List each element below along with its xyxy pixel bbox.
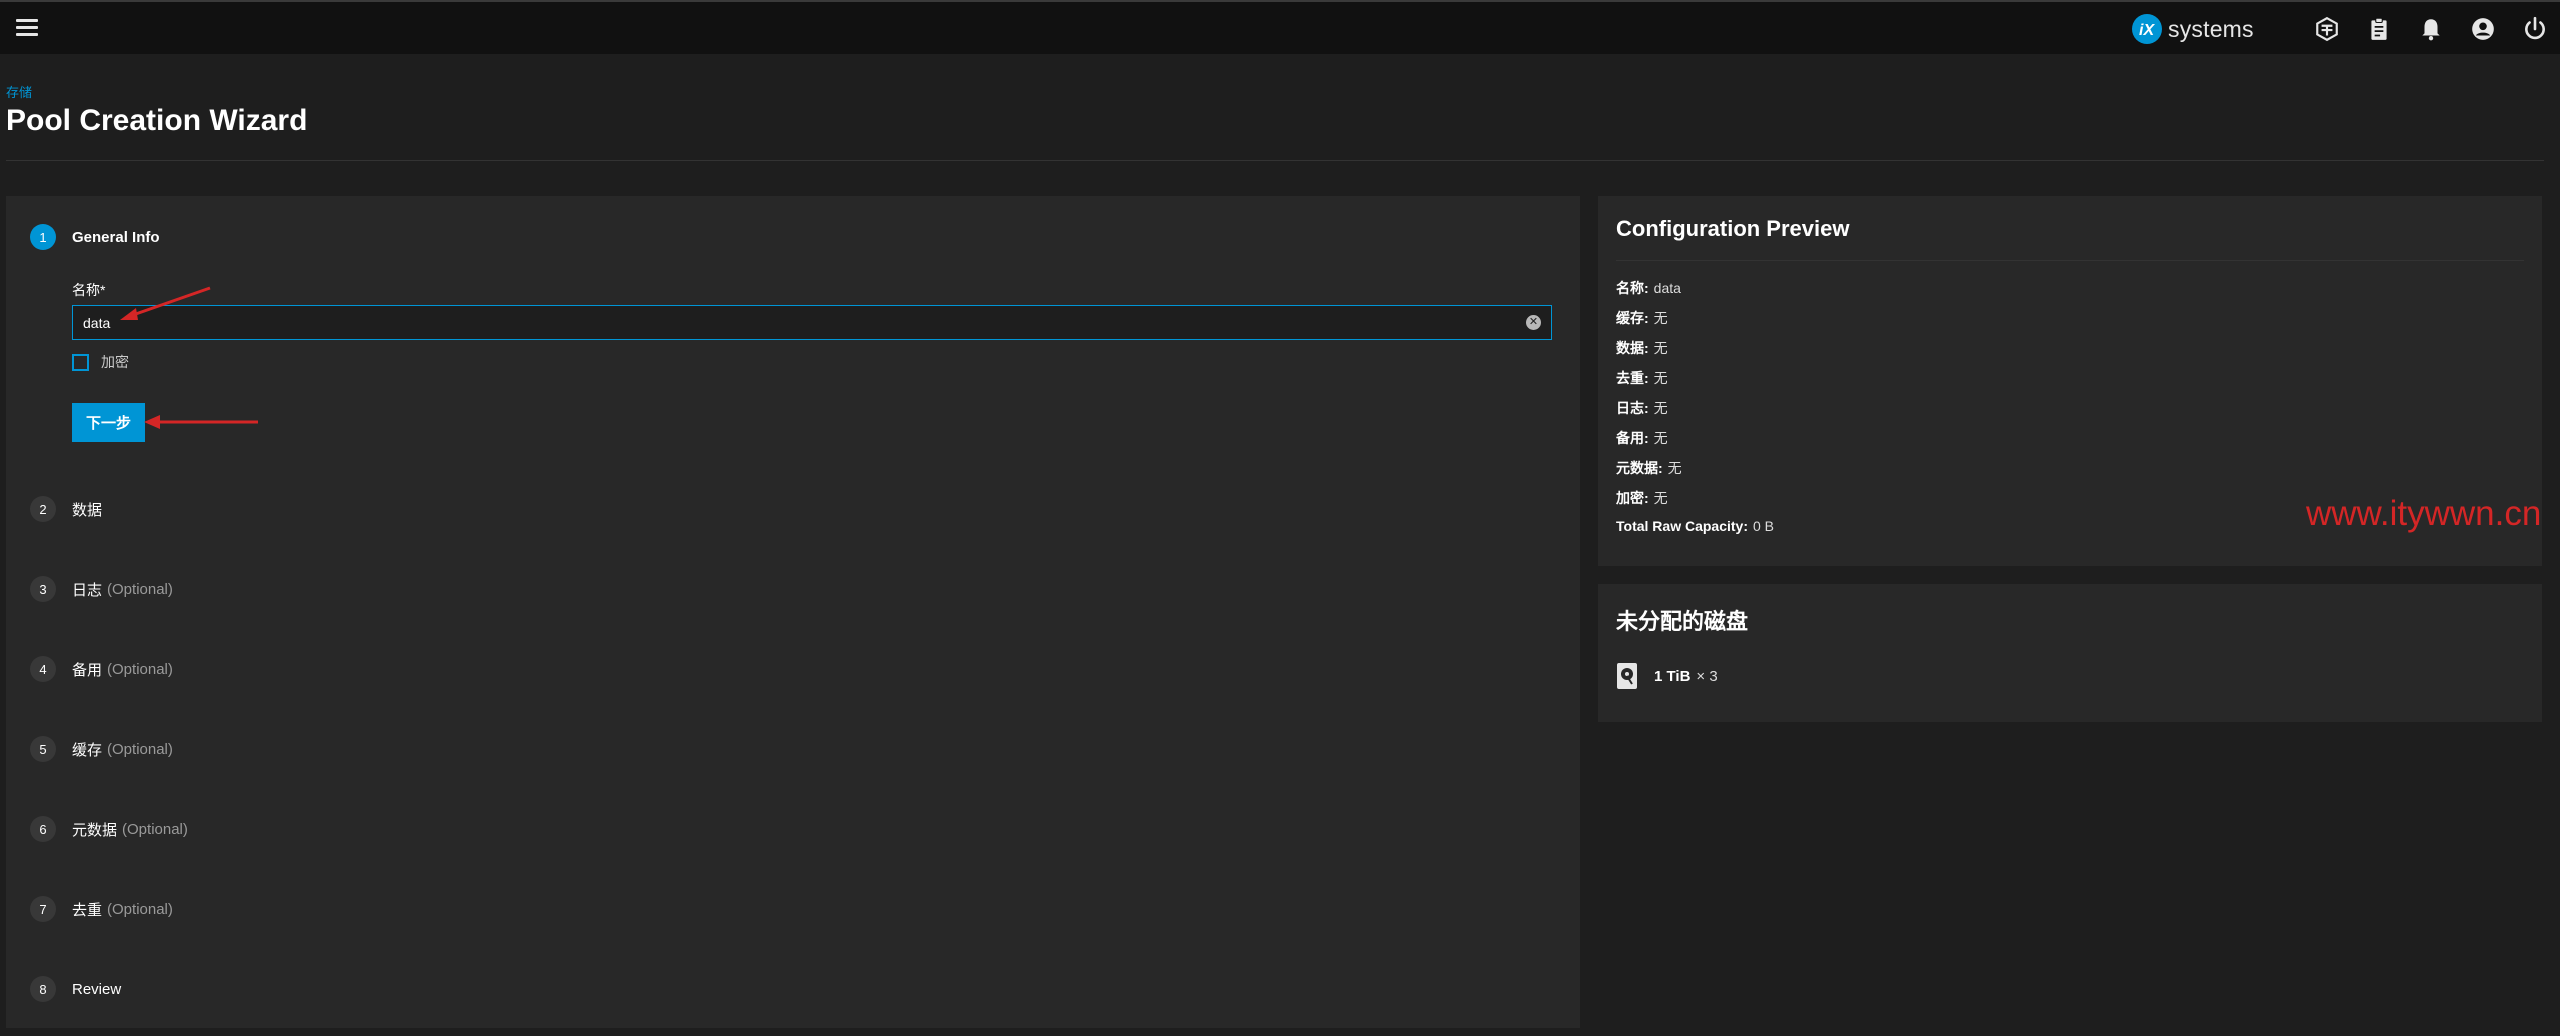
step-number: 6 (30, 816, 56, 842)
clipboard-icon[interactable] (2364, 14, 2394, 44)
page-title: Pool Creation Wizard (6, 104, 308, 137)
unassigned-disks-panel: 未分配的磁盘 1 TiB × 3 (1598, 584, 2542, 722)
step-optional: (Optional) (107, 900, 173, 918)
preview-row-capacity: Total Raw Capacity: 0 B (1616, 518, 1775, 534)
step-number: 7 (30, 896, 56, 922)
preview-row-metadata: 元数据: 无 (1616, 460, 1682, 476)
next-button[interactable]: 下一步 (72, 403, 145, 442)
bell-icon[interactable] (2416, 14, 2446, 44)
step-label: 备用 (72, 661, 103, 679)
step-label: 日志 (72, 581, 103, 599)
preview-row-log: 日志: 无 (1616, 400, 1668, 416)
header-divider (6, 160, 2544, 161)
preview-divider (1616, 260, 2524, 261)
power-icon[interactable] (2520, 14, 2550, 44)
step-label: 去重 (72, 901, 103, 919)
hard-disk-icon (1617, 663, 1637, 689)
step-label: General Info (72, 228, 160, 246)
step-spare[interactable]: 4 备用 (Optional) (30, 656, 173, 682)
step-label: Review (72, 980, 122, 998)
disk-group: 1 TiB × 3 (1616, 662, 1718, 690)
step-optional: (Optional) (107, 660, 173, 678)
name-field-label: 名称* (72, 282, 106, 298)
encryption-checkbox[interactable] (72, 353, 89, 371)
preview-row-encryption: 加密: 无 (1616, 490, 1668, 506)
svg-text:iX: iX (2139, 22, 2155, 39)
step-number: 2 (30, 496, 56, 522)
encryption-label: 加密 (101, 354, 129, 370)
preview-title: Configuration Preview (1616, 216, 1850, 241)
step-general-info[interactable]: 1 General Info (30, 224, 160, 250)
disk-size: 1 TiB (1654, 667, 1691, 685)
clear-icon[interactable]: ✕ (1526, 315, 1541, 330)
account-icon[interactable] (2468, 14, 2498, 44)
name-input[interactable] (73, 306, 1551, 339)
top-toolbar: iX systems (0, 0, 2560, 54)
step-number: 4 (30, 656, 56, 682)
watermark: www.itywwn.cn (2306, 494, 2542, 533)
menu-icon[interactable] (14, 16, 40, 42)
preview-row-spare: 备用: 无 (1616, 430, 1668, 446)
preview-row-data: 数据: 无 (1616, 340, 1668, 356)
breadcrumb-storage[interactable]: 存储 (6, 82, 32, 101)
step-number: 1 (30, 224, 56, 250)
logo-text: systems (2168, 15, 2254, 42)
step-cache[interactable]: 5 缓存 (Optional) (30, 736, 173, 762)
annotation-arrow-icon (120, 286, 211, 320)
step-number: 5 (30, 736, 56, 762)
preview-row-name: 名称: data (1616, 280, 1681, 296)
step-label: 元数据 (72, 821, 118, 839)
preview-row-cache: 缓存: 无 (1616, 310, 1668, 326)
unassigned-disks-title: 未分配的磁盘 (1616, 609, 1749, 634)
name-field[interactable]: ✕ (72, 305, 1552, 340)
step-data[interactable]: 2 数据 (30, 496, 102, 522)
step-label: 缓存 (72, 741, 103, 759)
preview-list: 名称: data 缓存: 无 数据: 无 去重: 无 日志: 无 备用: 无 元数据: 无 加… (1616, 278, 1774, 548)
step-optional: (Optional) (107, 580, 173, 598)
step-optional: (Optional) (122, 820, 188, 838)
step-log[interactable]: 3 日志 (Optional) (30, 576, 173, 602)
preview-row-dedup: 去重: 无 (1616, 370, 1668, 386)
truecommand-icon[interactable] (2312, 14, 2342, 44)
step-number: 8 (30, 976, 56, 1002)
step-label: 数据 (72, 501, 103, 519)
encryption-checkbox-row[interactable]: 加密 (72, 352, 129, 372)
step-optional: (Optional) (107, 740, 173, 758)
annotation-arrow-icon (144, 415, 258, 429)
ix-systems-logo[interactable]: iX systems (2130, 12, 2254, 46)
step-dedup[interactable]: 7 去重 (Optional) (30, 896, 173, 922)
disk-count: × 3 (1696, 667, 1718, 685)
wizard-panel: 1 General Info 名称* ✕ 加密 下一步 2 数据 3 日志 (O… (6, 196, 1580, 1028)
ix-logo-icon: iX (2132, 14, 2162, 44)
step-review[interactable]: 8 Review (30, 976, 121, 1002)
step-number: 3 (30, 576, 56, 602)
step-metadata[interactable]: 6 元数据 (Optional) (30, 816, 188, 842)
